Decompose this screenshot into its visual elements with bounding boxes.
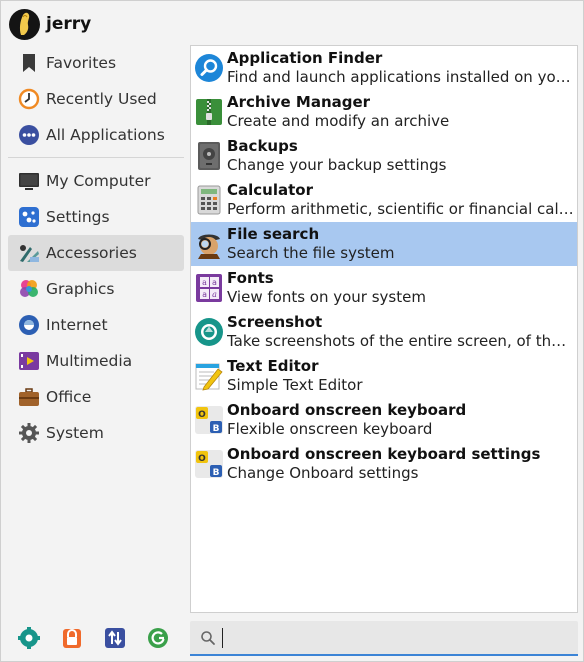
archive-icon — [196, 99, 222, 125]
graphics-icon — [20, 280, 38, 297]
app-item-onboard[interactable]: O B Onboard onscreen keyboard Flexible o… — [191, 398, 577, 442]
calculator-icon — [197, 185, 221, 215]
session-buttons — [18, 627, 190, 649]
sidebar-item-label: Recently Used — [46, 90, 157, 108]
app-name: Calculator — [227, 181, 313, 199]
svg-text:a: a — [202, 290, 207, 299]
sidebar-item-system[interactable]: System — [8, 415, 184, 451]
sidebar-item-label: Internet — [46, 316, 108, 334]
app-description: Change your backup settings — [227, 156, 447, 174]
text-caret — [222, 628, 223, 648]
app-description: View fonts on your system — [227, 288, 426, 306]
svg-text:a: a — [212, 278, 217, 287]
app-name: File search — [227, 225, 320, 243]
search-icon — [201, 631, 215, 645]
logout-icon[interactable] — [147, 627, 169, 649]
app-item-archive-manager[interactable]: Archive Manager Create and modify an arc… — [191, 90, 577, 134]
app-item-application-finder[interactable]: Application Finder Find and launch appli… — [191, 46, 577, 90]
sidebar-item-multimedia[interactable]: Multimedia — [8, 343, 184, 379]
app-description: Flexible onscreen keyboard — [227, 420, 433, 438]
app-item-file-search[interactable]: File search Search the file system — [191, 222, 577, 266]
sidebar-item-label: Favorites — [46, 54, 117, 72]
svg-text:O: O — [198, 454, 206, 464]
apps-icon — [19, 125, 39, 145]
lock-icon[interactable] — [61, 627, 83, 649]
sidebar: Favorites Recently Used All Applications — [8, 45, 184, 451]
text-editor-icon — [195, 363, 223, 391]
sidebar-item-internet[interactable]: Internet — [8, 307, 184, 343]
file-search-icon — [198, 234, 220, 259]
app-name: Backups — [227, 137, 298, 155]
bookmark-icon — [23, 54, 35, 72]
sidebar-item-label: Multimedia — [46, 352, 133, 370]
app-item-fonts[interactable]: a a a a Fonts View fonts on your system — [191, 266, 577, 310]
user-header: jerry — [9, 8, 91, 40]
sidebar-item-label: All Applications — [46, 126, 165, 144]
user-avatar[interactable] — [9, 8, 40, 40]
app-item-onboard-settings[interactable]: O B Onboard onscreen keyboard settings C… — [191, 442, 577, 486]
app-description: Take screenshots of the entire screen, o… — [227, 332, 575, 350]
sidebar-item-label: Accessories — [46, 244, 137, 262]
sidebar-item-label: Graphics — [46, 280, 115, 298]
app-item-screenshot[interactable]: Screenshot Take screenshots of the entir… — [191, 310, 577, 354]
app-item-calculator[interactable]: Calculator Perform arithmetic, scientifi… — [191, 178, 577, 222]
svg-text:a: a — [202, 278, 207, 287]
app-item-text-editor[interactable]: Text Editor Simple Text Editor — [191, 354, 577, 398]
app-description: Perform arithmetic, scientific or financ… — [227, 200, 575, 218]
sidebar-item-label: My Computer — [46, 172, 151, 190]
app-description: Change Onboard settings — [227, 464, 419, 482]
svg-text:B: B — [213, 424, 220, 434]
sidebar-item-settings[interactable]: Settings — [8, 199, 184, 235]
svg-text:O: O — [198, 410, 206, 420]
app-name: Screenshot — [227, 313, 323, 331]
app-name: Text Editor — [227, 357, 319, 375]
app-description: Find and launch applications installed o… — [227, 68, 575, 86]
fonts-icon: a a a a — [196, 274, 222, 302]
backup-icon — [198, 142, 220, 170]
app-finder-icon — [195, 54, 223, 82]
app-description: Simple Text Editor — [227, 376, 363, 394]
screenshot-icon — [195, 318, 223, 346]
internet-icon — [19, 315, 39, 335]
app-name: Onboard onscreen keyboard settings — [227, 445, 541, 463]
app-name: Archive Manager — [227, 93, 371, 111]
sidebar-item-label: Settings — [46, 208, 110, 226]
sidebar-item-label: System — [46, 424, 104, 442]
briefcase-icon — [19, 388, 39, 406]
onboard-icon: O B — [195, 406, 223, 434]
user-name: jerry — [46, 14, 92, 34]
switch-user-icon[interactable] — [104, 627, 126, 649]
settings-manager-icon[interactable] — [18, 627, 40, 649]
sidebar-divider — [8, 157, 184, 158]
app-description: Create and modify an archive — [227, 112, 450, 130]
svg-text:B: B — [213, 468, 220, 478]
search-box[interactable] — [190, 621, 578, 656]
sidebar-item-favorites[interactable]: Favorites — [8, 45, 184, 81]
sidebar-item-office[interactable]: Office — [8, 379, 184, 415]
app-item-backups[interactable]: Backups Change your backup settings — [191, 134, 577, 178]
multimedia-icon — [19, 352, 39, 370]
sidebar-item-accessories[interactable]: Accessories — [8, 235, 184, 271]
app-description: Search the file system — [227, 244, 395, 262]
sidebar-item-label: Office — [46, 388, 92, 406]
sidebar-item-my-computer[interactable]: My Computer — [8, 163, 184, 199]
app-name: Onboard onscreen keyboard — [227, 401, 467, 419]
sidebar-item-graphics[interactable]: Graphics — [8, 271, 184, 307]
accessories-icon — [20, 245, 39, 262]
monitor-icon — [19, 173, 39, 190]
clock-icon — [18, 88, 40, 110]
application-list: Application Finder Find and launch appli… — [190, 45, 578, 613]
svg-text:a: a — [212, 290, 217, 299]
gear-icon — [19, 423, 39, 443]
search-input[interactable] — [220, 627, 570, 649]
settings-sliders-icon — [19, 207, 39, 227]
whisker-menu-window: jerry Favorites Recently Used All Applic… — [0, 0, 584, 662]
onboard-settings-icon: O B — [195, 450, 223, 478]
sidebar-item-all-applications[interactable]: All Applications — [8, 117, 184, 153]
app-name: Fonts — [227, 269, 274, 287]
app-name: Application Finder — [227, 49, 383, 67]
sidebar-item-recently-used[interactable]: Recently Used — [8, 81, 184, 117]
